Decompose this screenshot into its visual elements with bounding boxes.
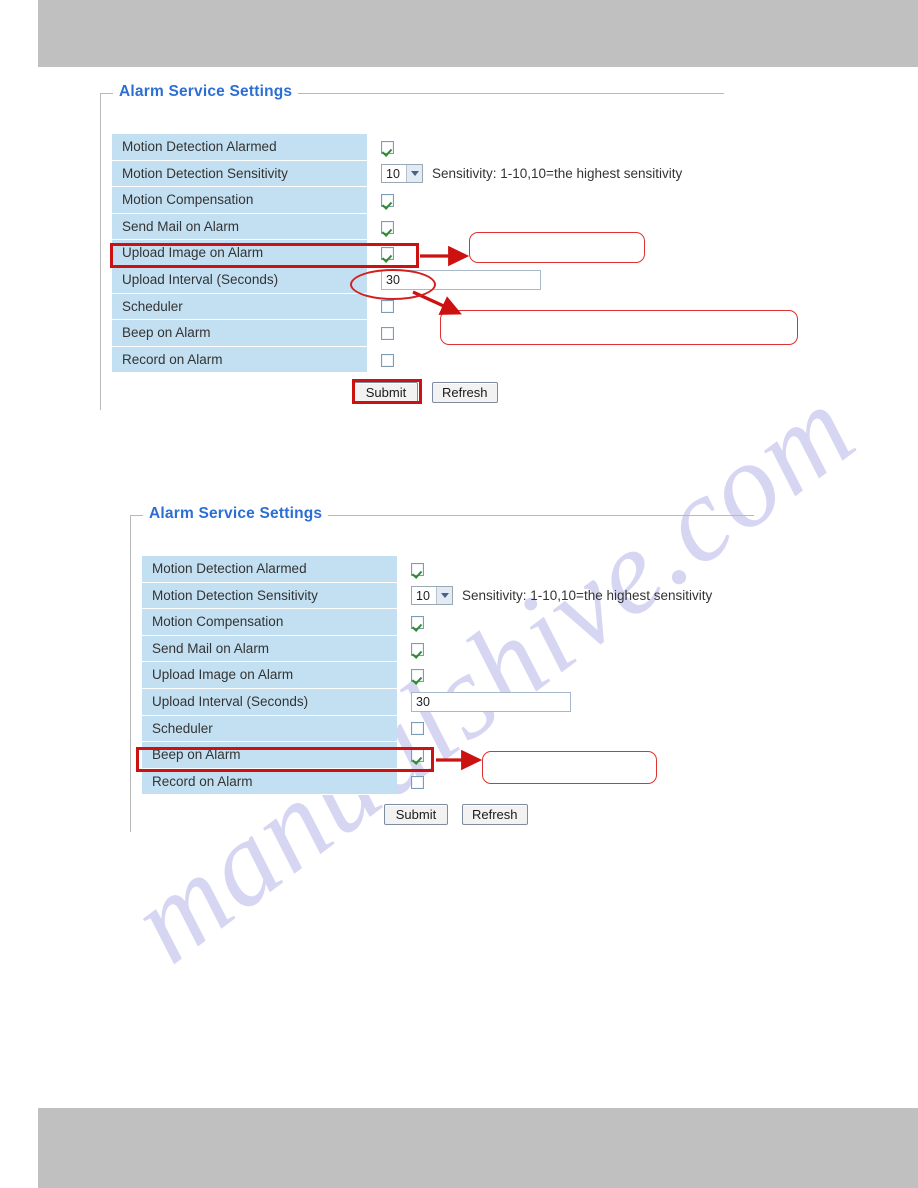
panel-title-bottom: Alarm Service Settings	[143, 505, 329, 523]
highlight-beep-on-alarm-row	[136, 747, 434, 772]
checkbox-scheduler[interactable]	[411, 722, 424, 736]
form-buttons-bottom: Submit Refresh	[384, 804, 528, 825]
page-header-band	[38, 0, 918, 67]
row-control	[367, 134, 394, 161]
table-row: Motion Detection Sensitivity 10 Sensitiv…	[142, 582, 712, 610]
row-label-record-on-alarm: Record on Alarm	[112, 346, 367, 374]
checkbox-upload-image-on-alarm[interactable]	[411, 669, 424, 683]
select-value: 10	[386, 166, 400, 181]
select-value: 10	[416, 588, 430, 603]
sensitivity-hint-text: Sensitivity: 1-10,10=the highest sensiti…	[432, 166, 683, 182]
alarm-service-settings-panel-bottom: Alarm Service Settings Motion Detection …	[130, 505, 754, 832]
page-footer-band	[38, 1108, 918, 1188]
checkbox-motion-detection-alarmed[interactable]	[381, 140, 394, 154]
checkbox-record-on-alarm[interactable]	[411, 775, 424, 789]
row-label-upload-image-on-alarm: Upload Image on Alarm	[142, 662, 397, 689]
row-label-motion-detection-alarmed: Motion Detection Alarmed	[142, 556, 397, 583]
panel-title-top: Alarm Service Settings	[113, 83, 299, 101]
row-control: 30	[397, 689, 571, 716]
row-control: 10 Sensitivity: 1-10,10=the highest sens…	[367, 161, 682, 188]
row-control	[367, 347, 394, 374]
checkbox-motion-compensation[interactable]	[411, 615, 424, 629]
row-label-send-mail-on-alarm: Send Mail on Alarm	[112, 213, 367, 241]
row-control	[397, 556, 424, 583]
row-control	[397, 636, 424, 663]
table-row: Motion Detection Alarmed	[142, 556, 712, 583]
row-label-upload-interval: Upload Interval (Seconds)	[142, 688, 397, 716]
chevron-down-icon	[406, 165, 422, 183]
checkbox-send-mail-on-alarm[interactable]	[411, 642, 424, 656]
row-control	[397, 662, 424, 689]
row-label-motion-detection-alarmed: Motion Detection Alarmed	[112, 134, 367, 161]
row-label-send-mail-on-alarm: Send Mail on Alarm	[142, 635, 397, 663]
highlight-submit-button	[352, 379, 422, 404]
row-control: 10 Sensitivity: 1-10,10=the highest sens…	[397, 583, 712, 610]
table-row: Motion Compensation	[142, 609, 712, 636]
input-upload-interval[interactable]: 30	[411, 692, 571, 713]
row-label-motion-compensation: Motion Compensation	[142, 609, 397, 636]
table-row: Upload Image on Alarm	[142, 662, 712, 689]
row-control	[397, 609, 424, 636]
row-label-scheduler: Scheduler	[142, 715, 397, 743]
callout-beep-on-alarm	[482, 751, 657, 784]
chevron-down-icon	[436, 587, 452, 605]
row-label-record-on-alarm: Record on Alarm	[142, 768, 397, 796]
highlight-upload-image-on-alarm-row	[110, 243, 419, 268]
row-label-motion-detection-sensitivity: Motion Detection Sensitivity	[142, 582, 397, 610]
row-label-upload-interval: Upload Interval (Seconds)	[112, 266, 367, 294]
checkbox-scheduler[interactable]	[381, 300, 394, 314]
table-row: Record on Alarm	[112, 346, 682, 374]
select-motion-detection-sensitivity[interactable]: 10	[411, 586, 453, 606]
row-control	[397, 769, 424, 796]
row-label-beep-on-alarm: Beep on Alarm	[112, 320, 367, 347]
table-row: Motion Compensation	[112, 187, 682, 214]
row-label-motion-detection-sensitivity: Motion Detection Sensitivity	[112, 160, 367, 188]
row-label-motion-compensation: Motion Compensation	[112, 187, 367, 214]
table-row: Motion Detection Sensitivity 10 Sensitiv…	[112, 160, 682, 188]
row-control	[367, 187, 394, 214]
checkbox-send-mail-on-alarm[interactable]	[381, 220, 394, 234]
table-row: Upload Interval (Seconds) 30	[142, 688, 712, 716]
ellipse-upload-interval-value	[350, 269, 436, 300]
refresh-button[interactable]: Refresh	[432, 382, 498, 403]
row-label-scheduler: Scheduler	[112, 293, 367, 321]
row-control	[397, 716, 424, 743]
callout-upload-image	[469, 232, 645, 263]
checkbox-record-on-alarm[interactable]	[381, 353, 394, 367]
table-row: Send Mail on Alarm	[142, 635, 712, 663]
row-control	[367, 320, 394, 347]
sensitivity-hint-text: Sensitivity: 1-10,10=the highest sensiti…	[462, 588, 713, 604]
checkbox-motion-compensation[interactable]	[381, 193, 394, 207]
submit-button[interactable]: Submit	[384, 804, 448, 825]
refresh-button[interactable]: Refresh	[462, 804, 528, 825]
checkbox-beep-on-alarm[interactable]	[381, 326, 394, 340]
checkbox-motion-detection-alarmed[interactable]	[411, 562, 424, 576]
callout-upload-interval	[440, 310, 798, 345]
select-motion-detection-sensitivity[interactable]: 10	[381, 164, 423, 184]
row-control	[367, 214, 394, 241]
table-row: Motion Detection Alarmed	[112, 134, 682, 161]
table-row: Scheduler	[142, 715, 712, 743]
